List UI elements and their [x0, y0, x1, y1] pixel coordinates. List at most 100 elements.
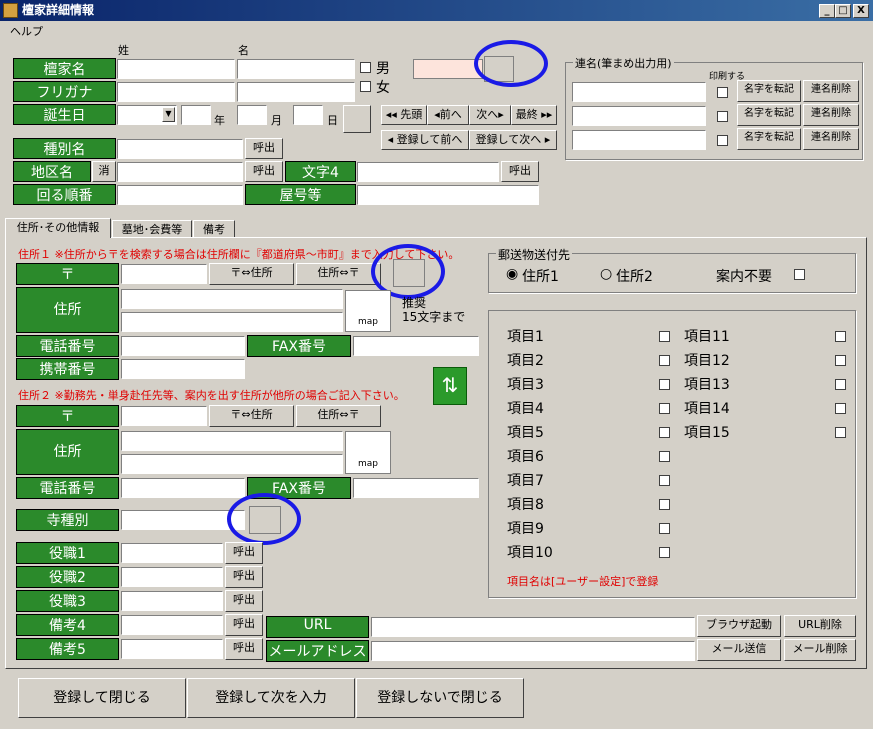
item-checkbox-3[interactable] — [659, 379, 670, 390]
item-checkbox-4[interactable] — [659, 403, 670, 414]
yakushoku2-input[interactable] — [121, 567, 223, 587]
moji4-input[interactable] — [357, 162, 499, 182]
year-input[interactable] — [181, 105, 211, 125]
save-close-button[interactable]: 登録して閉じる — [18, 678, 186, 718]
item-checkbox-7[interactable] — [659, 475, 670, 486]
chiku-call-button[interactable]: 呼出 — [245, 161, 283, 182]
tab-notes[interactable]: 備考 — [193, 220, 235, 238]
item-checkbox-8[interactable] — [659, 499, 670, 510]
addr1-mobile-input[interactable] — [121, 359, 245, 379]
addr1-addr-to-zip-button[interactable]: 住所⇔〒 — [296, 263, 381, 285]
mail-send-button[interactable]: メール送信 — [697, 639, 781, 661]
item-checkbox-9[interactable] — [659, 523, 670, 534]
tab-grave[interactable]: 墓地･会費等 — [112, 220, 192, 238]
renmei-input-3[interactable] — [572, 130, 706, 150]
female-checkbox[interactable] — [360, 81, 371, 92]
swap-address-icon[interactable]: ⇅ — [433, 367, 467, 405]
item-checkbox-5[interactable] — [659, 427, 670, 438]
tab-address[interactable]: 住所･その他情報 — [5, 218, 111, 238]
url-delete-button[interactable]: URL削除 — [784, 615, 856, 637]
yago-input[interactable] — [357, 185, 539, 205]
prev-button[interactable]: ◂前へ — [427, 105, 469, 125]
chiku-clear-button[interactable]: 消 — [92, 161, 116, 182]
save-next-input-button[interactable]: 登録して次を入力 — [187, 678, 355, 718]
url-input[interactable] — [371, 617, 695, 637]
renmei-print-3[interactable] — [717, 135, 728, 146]
menu-help[interactable]: ヘルプ — [10, 23, 43, 39]
addr2-addr-input-1[interactable] — [121, 431, 343, 451]
biko5-input[interactable] — [121, 639, 223, 659]
addr2-fax-input[interactable] — [353, 478, 479, 498]
next-button[interactable]: 次へ▸ — [469, 105, 511, 125]
renmei-print-1[interactable] — [717, 87, 728, 98]
biko5-call-button[interactable]: 呼出 — [225, 638, 263, 660]
close-without-save-button[interactable]: 登録しないで閉じる — [356, 678, 524, 718]
last-button[interactable]: 最終 ▸▸ — [511, 105, 557, 125]
danka-sei-input[interactable] — [117, 59, 235, 79]
biko4-call-button[interactable]: 呼出 — [225, 614, 263, 636]
chiku-input[interactable] — [117, 162, 243, 182]
calendar-icon[interactable] — [343, 105, 371, 133]
item-checkbox-15[interactable] — [835, 427, 846, 438]
item-checkbox-10[interactable] — [659, 547, 670, 558]
addr1-map-icon[interactable]: map — [345, 290, 391, 332]
furigana-sei-input[interactable] — [117, 82, 235, 102]
moji4-call-button[interactable]: 呼出 — [501, 161, 539, 182]
item-checkbox-6[interactable] — [659, 451, 670, 462]
day-input[interactable] — [293, 105, 323, 125]
first-button[interactable]: ◂◂ 先頭 — [381, 105, 427, 125]
item-checkbox-1[interactable] — [659, 331, 670, 342]
addr2-map-icon[interactable]: map — [345, 431, 391, 474]
yakushoku1-call-button[interactable]: 呼出 — [225, 542, 263, 564]
addr2-zip-input[interactable] — [121, 406, 207, 426]
mailto-radio-2[interactable]: ○ — [600, 266, 612, 282]
shubetsu-call-button[interactable]: 呼出 — [245, 138, 283, 159]
item-checkbox-12[interactable] — [835, 355, 846, 366]
item-checkbox-13[interactable] — [835, 379, 846, 390]
addr1-addr-input-2[interactable] — [121, 312, 343, 332]
addr1-tel-input[interactable] — [121, 336, 245, 356]
male-checkbox[interactable] — [360, 62, 371, 73]
furigana-mei-input[interactable] — [237, 82, 355, 102]
copy-name-button-3[interactable]: 名字を転記 — [737, 128, 801, 150]
renmei-input-1[interactable] — [572, 82, 706, 102]
mail-input[interactable] — [371, 641, 695, 661]
mail-delete-button[interactable]: メール削除 — [784, 639, 856, 661]
mailto-radio-1[interactable]: ◉ — [506, 266, 518, 282]
renmei-input-2[interactable] — [572, 106, 706, 126]
addr2-tel-input[interactable] — [121, 478, 245, 498]
mailto-none-checkbox[interactable] — [794, 269, 805, 280]
danka-mei-input[interactable] — [237, 59, 355, 79]
del-name-button-2[interactable]: 連名削除 — [803, 104, 859, 126]
renmei-print-2[interactable] — [717, 111, 728, 122]
yakushoku2-call-button[interactable]: 呼出 — [225, 566, 263, 588]
addr1-zip-input[interactable] — [121, 264, 207, 284]
junban-input[interactable] — [117, 185, 243, 205]
maximize-button[interactable]: □ — [835, 4, 851, 18]
addr1-addr-input-1[interactable] — [121, 289, 343, 309]
addr2-zip-to-addr-button[interactable]: 〒⇔住所 — [209, 405, 294, 427]
item-checkbox-11[interactable] — [835, 331, 846, 342]
copy-name-button-1[interactable]: 名字を転記 — [737, 80, 801, 102]
addr2-addr-to-zip-button[interactable]: 住所⇔〒 — [296, 405, 381, 427]
item-checkbox-2[interactable] — [659, 355, 670, 366]
month-input[interactable] — [237, 105, 267, 125]
addr1-fax-input[interactable] — [353, 336, 479, 356]
biko4-input[interactable] — [121, 615, 223, 635]
del-name-button-1[interactable]: 連名削除 — [803, 80, 859, 102]
shubetsu-input[interactable] — [117, 139, 243, 159]
yakushoku3-input[interactable] — [121, 591, 223, 611]
yakushoku1-input[interactable] — [121, 543, 223, 563]
chevron-down-icon[interactable]: ▼ — [162, 107, 175, 122]
browser-button[interactable]: ブラウザ起動 — [697, 615, 781, 637]
minimize-button[interactable]: _ — [819, 4, 835, 18]
yakushoku3-call-button[interactable]: 呼出 — [225, 590, 263, 612]
copy-name-button-2[interactable]: 名字を転記 — [737, 104, 801, 126]
addr1-zip-to-addr-button[interactable]: 〒⇔住所 — [209, 263, 294, 285]
save-next-button[interactable]: 登録して次へ ▸ — [469, 130, 557, 150]
save-prev-button[interactable]: ◂ 登録して前へ — [381, 130, 469, 150]
close-button[interactable]: X — [853, 4, 869, 18]
addr2-addr-input-2[interactable] — [121, 454, 343, 474]
del-name-button-3[interactable]: 連名削除 — [803, 128, 859, 150]
item-checkbox-14[interactable] — [835, 403, 846, 414]
